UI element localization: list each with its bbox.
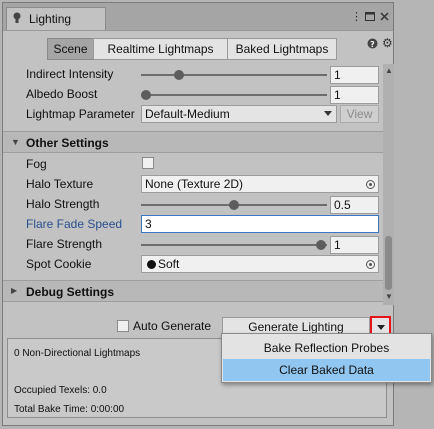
lighting-tab[interactable]: Lighting bbox=[6, 7, 106, 30]
spot-cookie-label: Spot Cookie bbox=[26, 257, 92, 271]
lightmap-parameters-label: Lightmap Parameter bbox=[26, 107, 135, 121]
auto-generate-checkbox[interactable] bbox=[117, 320, 129, 332]
view-button[interactable]: View bbox=[340, 105, 379, 123]
menu-item-bake-reflection-probes[interactable]: Bake Reflection Probes bbox=[223, 337, 430, 359]
debug-settings-header[interactable]: ▶ Debug Settings bbox=[3, 280, 383, 302]
foldout-expanded-icon: ▼ bbox=[11, 137, 20, 147]
tab-baked-lightmaps[interactable]: Baked Lightmaps bbox=[227, 38, 337, 60]
flare-fade-speed-field[interactable]: 3 bbox=[141, 215, 379, 233]
menu-dots-icon[interactable]: ⋮ bbox=[351, 10, 362, 23]
gear-icon[interactable]: ⚙ bbox=[382, 36, 393, 50]
foldout-collapsed-icon: ▶ bbox=[11, 286, 18, 295]
object-picker-icon[interactable] bbox=[366, 260, 375, 269]
other-settings-header[interactable]: ▼ Other Settings bbox=[3, 131, 383, 153]
spot-cookie-field[interactable]: Soft bbox=[141, 255, 379, 273]
fog-label: Fog bbox=[26, 157, 47, 171]
chevron-down-icon bbox=[377, 325, 385, 330]
window-tab-strip: Lighting ⋮ bbox=[3, 3, 393, 31]
window-title: Lighting bbox=[29, 12, 72, 26]
debug-settings-title: Debug Settings bbox=[26, 285, 115, 299]
auto-generate-label: Auto Generate bbox=[133, 319, 212, 333]
tab-realtime-lightmaps[interactable]: Realtime Lightmaps bbox=[93, 38, 228, 60]
spot-cookie-value: Soft bbox=[158, 257, 180, 271]
fog-checkbox[interactable] bbox=[142, 157, 154, 169]
halo-texture-field[interactable]: None (Texture 2D) bbox=[141, 175, 379, 193]
flare-strength-label: Flare Strength bbox=[26, 237, 103, 251]
total-bake-time: Total Bake Time: 0:00:00 bbox=[14, 404, 125, 415]
scroll-up-icon[interactable]: ▲ bbox=[385, 66, 393, 75]
albedo-boost-label: Albedo Boost bbox=[26, 87, 98, 101]
halo-texture-label: Halo Texture bbox=[26, 177, 94, 191]
halo-strength-field[interactable]: 0.5 bbox=[330, 196, 379, 214]
bulb-icon bbox=[13, 12, 21, 23]
occupied-texels: Occupied Texels: 0.0 bbox=[14, 385, 107, 396]
flare-strength-field[interactable]: 1 bbox=[330, 236, 379, 254]
help-icon[interactable]: ? bbox=[367, 38, 378, 49]
svg-text:?: ? bbox=[370, 40, 375, 49]
texture-thumbnail-icon bbox=[147, 260, 156, 269]
albedo-boost-slider-track[interactable] bbox=[141, 94, 327, 96]
indirect-intensity-slider-track[interactable] bbox=[141, 74, 327, 76]
scrollbar-thumb[interactable] bbox=[385, 236, 392, 290]
lightmap-parameters-dropdown[interactable]: Default-Medium bbox=[141, 105, 337, 123]
generate-lighting-menu: Bake Reflection Probes Clear Baked Data bbox=[221, 333, 432, 383]
albedo-boost-slider-handle[interactable] bbox=[141, 90, 151, 100]
scrollbar[interactable]: ▲ ▼ bbox=[383, 64, 394, 305]
halo-strength-label: Halo Strength bbox=[26, 197, 100, 211]
tab-scene[interactable]: Scene bbox=[47, 38, 94, 60]
lightmap-parameters-value: Default-Medium bbox=[145, 107, 230, 121]
albedo-boost-field[interactable]: 1 bbox=[330, 86, 379, 104]
lighting-toolbar: Scene Realtime Lightmaps Baked Lightmaps… bbox=[3, 31, 393, 64]
close-icon[interactable] bbox=[380, 12, 389, 21]
flare-fade-speed-label: Flare Fade Speed bbox=[26, 217, 123, 231]
indirect-intensity-label: Indirect Intensity bbox=[26, 67, 114, 81]
halo-texture-value: None (Texture 2D) bbox=[145, 177, 244, 191]
menu-item-clear-baked-data[interactable]: Clear Baked Data bbox=[223, 359, 430, 381]
flare-strength-slider-track[interactable] bbox=[141, 244, 327, 246]
halo-strength-slider-handle[interactable] bbox=[229, 200, 239, 210]
flare-strength-slider-handle[interactable] bbox=[316, 240, 326, 250]
other-settings-title: Other Settings bbox=[26, 136, 109, 150]
indirect-intensity-slider-handle[interactable] bbox=[174, 70, 184, 80]
object-picker-icon[interactable] bbox=[366, 180, 375, 189]
scroll-down-icon[interactable]: ▼ bbox=[385, 292, 393, 301]
chevron-down-icon bbox=[324, 111, 332, 116]
lightmap-count: 0 Non-Directional Lightmaps bbox=[14, 348, 141, 359]
maximize-icon[interactable] bbox=[365, 12, 375, 21]
indirect-intensity-field[interactable]: 1 bbox=[330, 66, 379, 84]
